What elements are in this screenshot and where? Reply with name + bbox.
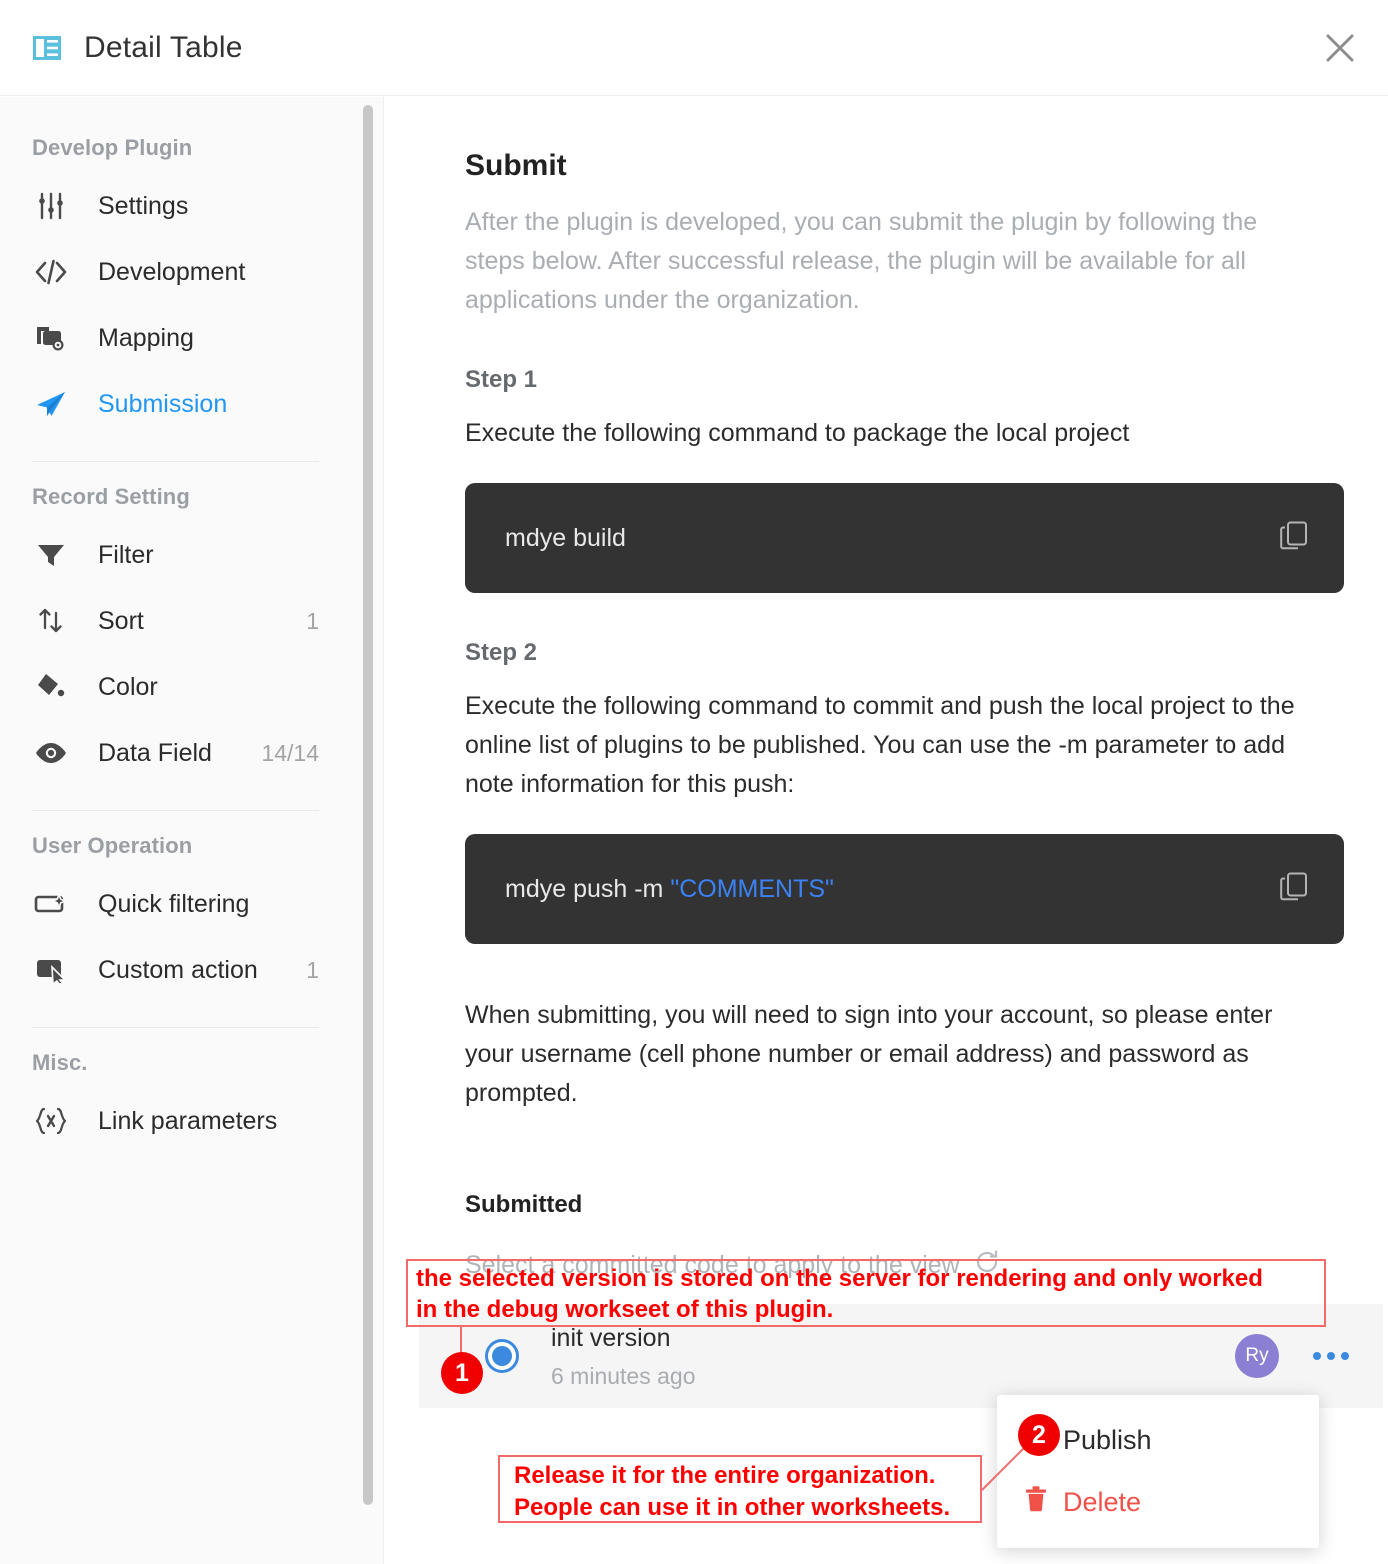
annotation-line: Release it for the entire organization.	[514, 1462, 936, 1489]
annotation-line: People can use it in other worksheets.	[514, 1494, 951, 1521]
sidebar-item-custom-action[interactable]: Custom action 1	[0, 937, 383, 1003]
annotation-badge-2: 2	[1018, 1414, 1060, 1456]
step2-command-prefix: mdye push -m	[505, 874, 671, 903]
sidebar-item-sort[interactable]: Sort 1	[0, 588, 383, 654]
sidebar-item-count: 14/14	[261, 739, 319, 766]
annotation-line: the selected version is stored on the se…	[416, 1265, 1263, 1292]
eye-icon	[32, 734, 70, 772]
submitted-heading: Submitted	[465, 1191, 583, 1218]
sort-icon	[32, 602, 70, 640]
sidebar-item-link-parameters[interactable]: Link parameters	[0, 1088, 383, 1154]
sidebar-item-label: Color	[98, 672, 158, 701]
sidebar-section-record-setting: Record Setting	[32, 484, 190, 509]
sidebar-item-label: Settings	[98, 191, 189, 220]
detail-table-icon	[32, 33, 62, 63]
section-heading: Submit	[465, 149, 567, 182]
copy-icon[interactable]	[1280, 521, 1308, 556]
sidebar-divider	[32, 461, 319, 462]
sidebar-item-submission[interactable]: Submission	[0, 371, 383, 437]
version-time: 6 minutes ago	[551, 1363, 696, 1389]
step2-heading: Step 2	[465, 639, 538, 666]
trash-icon	[1025, 1486, 1047, 1519]
avatar: Ry	[1235, 1334, 1279, 1378]
paint-bucket-icon	[32, 668, 70, 706]
title-bar: Detail Table	[0, 0, 1388, 96]
sliders-icon	[32, 187, 70, 225]
filter-icon	[32, 536, 70, 574]
menu-item-delete[interactable]: Delete	[997, 1471, 1319, 1533]
version-actions: Ry	[1235, 1334, 1349, 1378]
page-title: Detail Table	[84, 30, 243, 64]
sidebar-item-label: Development	[98, 257, 246, 286]
step2-command-arg: "COMMENTS"	[670, 874, 834, 903]
annotation-box-2: Release it for the entire organization. …	[498, 1455, 982, 1523]
braces-icon	[32, 1102, 70, 1140]
sidebar-item-development[interactable]: Development	[0, 239, 383, 305]
detail-table-window: Detail Table Develop Plugin Settings Dev…	[0, 0, 1388, 1564]
sidebar-item-label: Mapping	[98, 323, 194, 352]
sidebar-section-user-operation: User Operation	[32, 833, 193, 858]
sidebar-item-label: Custom action	[98, 955, 258, 984]
sidebar-item-label: Submission	[98, 389, 228, 418]
sidebar-item-count: 1	[306, 956, 319, 983]
sidebar-item-label: Sort	[98, 606, 144, 635]
sidebar-item-label: Filter	[98, 540, 154, 569]
sidebar-section-misc: Misc.	[32, 1050, 88, 1075]
sidebar-item-settings[interactable]: Settings	[0, 173, 383, 239]
send-icon	[32, 385, 70, 423]
signin-note: When submitting, you will need to sign i…	[465, 1001, 1273, 1107]
annotation-badge-1: 1	[441, 1352, 483, 1394]
step1-code-block: mdye build	[465, 483, 1344, 593]
sidebar-item-color[interactable]: Color	[0, 654, 383, 720]
menu-item-label: Publish	[1063, 1424, 1152, 1455]
sidebar-divider	[32, 810, 319, 811]
copy-icon[interactable]	[1280, 872, 1308, 907]
sidebar-item-label: Quick filtering	[98, 889, 250, 918]
sidebar-item-data-field[interactable]: Data Field 14/14	[0, 720, 383, 786]
step1-heading: Step 1	[465, 366, 538, 393]
custom-action-icon	[32, 951, 70, 989]
main-panel: Submit After the plugin is developed, yo…	[385, 97, 1388, 1564]
sidebar-scrollbar[interactable]	[363, 105, 373, 1505]
version-radio[interactable]	[485, 1339, 519, 1373]
sidebar-divider	[32, 1027, 319, 1028]
annotation-box-1: the selected version is stored on the se…	[406, 1259, 1326, 1327]
sidebar-item-label: Link parameters	[98, 1106, 278, 1135]
menu-item-label: Delete	[1063, 1486, 1142, 1517]
version-meta: init version 6 minutes ago	[551, 1321, 695, 1391]
quick-filter-icon	[32, 885, 70, 923]
step1-text: Execute the following command to package…	[465, 419, 1130, 447]
section-description: After the plugin is developed, you can s…	[465, 208, 1258, 314]
sidebar-item-quick-filtering[interactable]: Quick filtering	[0, 871, 383, 937]
sidebar-item-filter[interactable]: Filter	[0, 522, 383, 588]
mapping-icon	[32, 319, 70, 357]
sidebar-item-mapping[interactable]: Mapping	[0, 305, 383, 371]
code-icon	[32, 253, 70, 291]
step2-text: Execute the following command to commit …	[465, 692, 1295, 798]
close-icon	[1326, 34, 1354, 62]
close-button[interactable]	[1314, 22, 1366, 74]
annotation-line: in the debug workseet of this plugin.	[416, 1296, 834, 1323]
sidebar-section-develop-plugin: Develop Plugin	[32, 135, 193, 160]
sidebar-item-label: Data Field	[98, 738, 212, 767]
more-dots-icon[interactable]	[1313, 1352, 1349, 1360]
sidebar: Develop Plugin Settings Development Mapp…	[0, 97, 384, 1564]
sidebar-item-count: 1	[306, 607, 319, 634]
step1-command: mdye build	[505, 523, 626, 552]
step2-code-block: mdye push -m "COMMENTS"	[465, 834, 1344, 944]
